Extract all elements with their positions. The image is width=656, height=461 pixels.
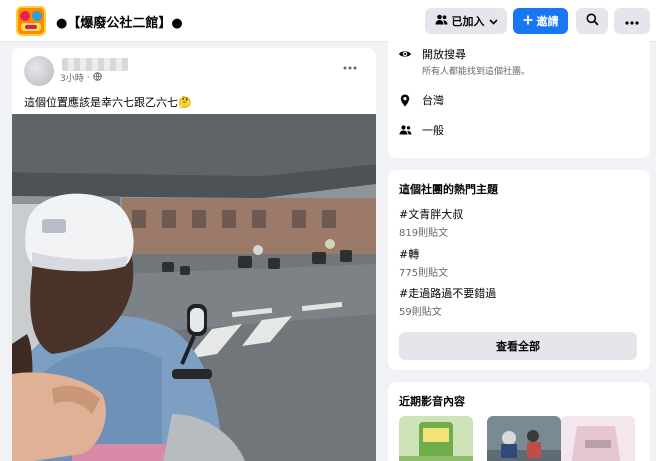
search-icon xyxy=(586,13,599,29)
media-thumbnail[interactable] xyxy=(487,416,561,461)
media-title: 近期影音內容 xyxy=(399,395,465,408)
visibility-title: 開放搜尋 xyxy=(422,48,466,61)
group-avatar[interactable] xyxy=(16,6,46,36)
joined-button[interactable]: 已加入 xyxy=(425,8,507,34)
location-pin-icon xyxy=(398,93,412,107)
topic-count: 775則貼文 xyxy=(399,268,449,279)
topic-item[interactable]: #走過路過不要錯過 59則貼文 xyxy=(399,285,496,318)
separator-dot: · xyxy=(86,72,90,83)
invite-label: 邀請 xyxy=(536,15,559,28)
topic-count: 819則貼文 xyxy=(399,228,449,239)
eye-icon xyxy=(398,47,412,61)
post-photo[interactable] xyxy=(12,114,376,461)
topic-name[interactable]: #文青胖大叔 xyxy=(399,206,463,222)
see-all-button[interactable]: 查看全部 xyxy=(399,332,637,360)
invite-button[interactable]: 邀請 xyxy=(513,8,568,34)
post-time[interactable]: 3小時 xyxy=(60,71,84,84)
topic-name[interactable]: #走過路過不要錯過 xyxy=(399,285,496,301)
search-button[interactable] xyxy=(576,8,608,34)
people-icon xyxy=(435,14,448,28)
more-options-button[interactable] xyxy=(614,8,650,34)
media-thumbnail[interactable] xyxy=(399,416,473,461)
topic-item[interactable]: #文青胖大叔 819則貼文 xyxy=(399,206,463,239)
location-row: 台灣 xyxy=(398,92,444,108)
people-icon xyxy=(398,123,412,137)
group-header: ●【爆廢公社二館】● 已加入 邀請 xyxy=(0,0,656,42)
topic-item[interactable]: #轉 775則貼文 xyxy=(399,246,448,279)
location-text: 台灣 xyxy=(422,94,444,107)
group-title[interactable]: ●【爆廢公社二館】● xyxy=(56,12,183,31)
plus-icon xyxy=(523,15,533,28)
globe-icon xyxy=(92,71,102,84)
visibility-desc: 所有人都能找到這個社團。 xyxy=(422,67,531,77)
author-avatar[interactable] xyxy=(24,56,54,86)
post-card: 3小時 · 這個位置應該是幸六七跟乙六七🤔 xyxy=(12,48,376,461)
joined-label: 已加入 xyxy=(451,15,485,28)
topic-name[interactable]: #轉 xyxy=(399,246,448,262)
group-info-card: 開放搜尋 所有人都能找到這個社團。 台灣 一般 xyxy=(388,40,650,158)
popular-topics-card: 這個社團的熱門主題 #文青胖大叔 819則貼文 #轉 775則貼文 #走過路過不… xyxy=(388,170,650,370)
author-name-blurred[interactable] xyxy=(62,58,128,71)
post-more-button[interactable] xyxy=(338,58,362,78)
recent-media-card: 近期影音內容 xyxy=(388,382,650,461)
topics-title: 這個社團的熱門主題 xyxy=(399,183,498,196)
group-type-text: 一般 xyxy=(422,124,444,137)
topic-count: 59則貼文 xyxy=(399,307,442,318)
group-type-row: 一般 xyxy=(398,122,444,138)
post-meta: 3小時 · xyxy=(60,71,102,84)
media-thumbnail[interactable] xyxy=(561,416,635,461)
visibility-row: 開放搜尋 所有人都能找到這個社團。 xyxy=(398,46,530,77)
more-icon xyxy=(625,15,639,28)
post-text: 這個位置應該是幸六七跟乙六七🤔 xyxy=(24,96,192,109)
chevron-down-icon xyxy=(488,15,498,28)
